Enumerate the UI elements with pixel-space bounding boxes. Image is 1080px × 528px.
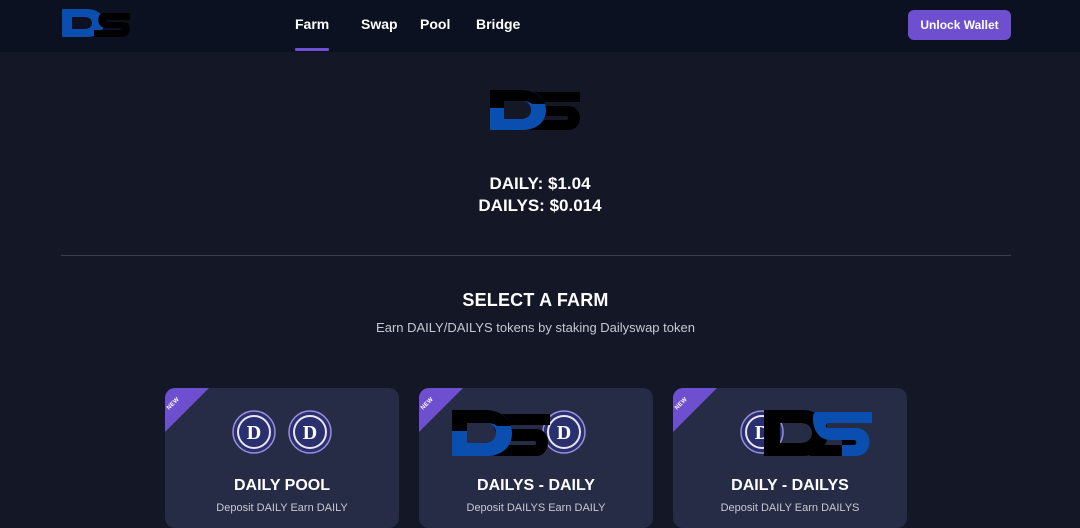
card-title: DAILY POOL <box>233 477 331 494</box>
card-title: DAILY - DAILYS <box>731 477 849 494</box>
nav-swap[interactable]: Swap <box>361 16 398 32</box>
dailyswap-logo-large <box>490 90 580 130</box>
farm-card-daily-pool[interactable]: NEW D D DAILY POOL Deposit DAILY Earn DA… <box>165 388 399 528</box>
daily-coin-icon: D <box>288 410 332 454</box>
nav-bridge[interactable]: Bridge <box>476 16 520 32</box>
svg-text:D: D <box>303 422 317 444</box>
daily-price: DAILY: $1.04 <box>489 174 591 193</box>
svg-text:D: D <box>557 422 571 444</box>
card-description: Deposit DAILY Earn DAILY <box>216 502 348 514</box>
nav-farm[interactable]: Farm <box>295 16 330 51</box>
dailys-logo-icon <box>452 410 550 456</box>
card-description: Deposit DAILYS Earn DAILY <box>466 502 606 514</box>
dailys-logo-icon <box>764 410 872 456</box>
top-navbar: Farm Swap Pool Bridge Unlock Wallet <box>0 0 1080 52</box>
card-title: DAILYS - DAILY <box>477 477 595 494</box>
card-description: Deposit DAILY Earn DAILYS <box>720 502 860 514</box>
dailys-price: DAILYS: $0.014 <box>478 196 602 215</box>
token-prices: DAILY: $1.04 DAILYS: $0.014 <box>0 173 1080 217</box>
dailyswap-logo[interactable] <box>60 7 132 39</box>
divider <box>61 255 1011 256</box>
farm-card-dailys-daily[interactable]: NEW D DAILYS - DAILY Deposit DAILYS Earn… <box>419 388 653 528</box>
svg-text:D: D <box>247 422 261 444</box>
unlock-wallet-button[interactable]: Unlock Wallet <box>908 10 1011 40</box>
section-subtitle: Earn DAILY/DAILYS tokens by staking Dail… <box>376 320 695 335</box>
farm-card-daily-dailys[interactable]: NEW D DAILY - DAILYS Deposit DAILY Earn … <box>673 388 907 528</box>
section-title: SELECT A FARM <box>462 290 609 310</box>
daily-coin-icon: D <box>232 410 276 454</box>
nav-pool[interactable]: Pool <box>420 16 450 32</box>
